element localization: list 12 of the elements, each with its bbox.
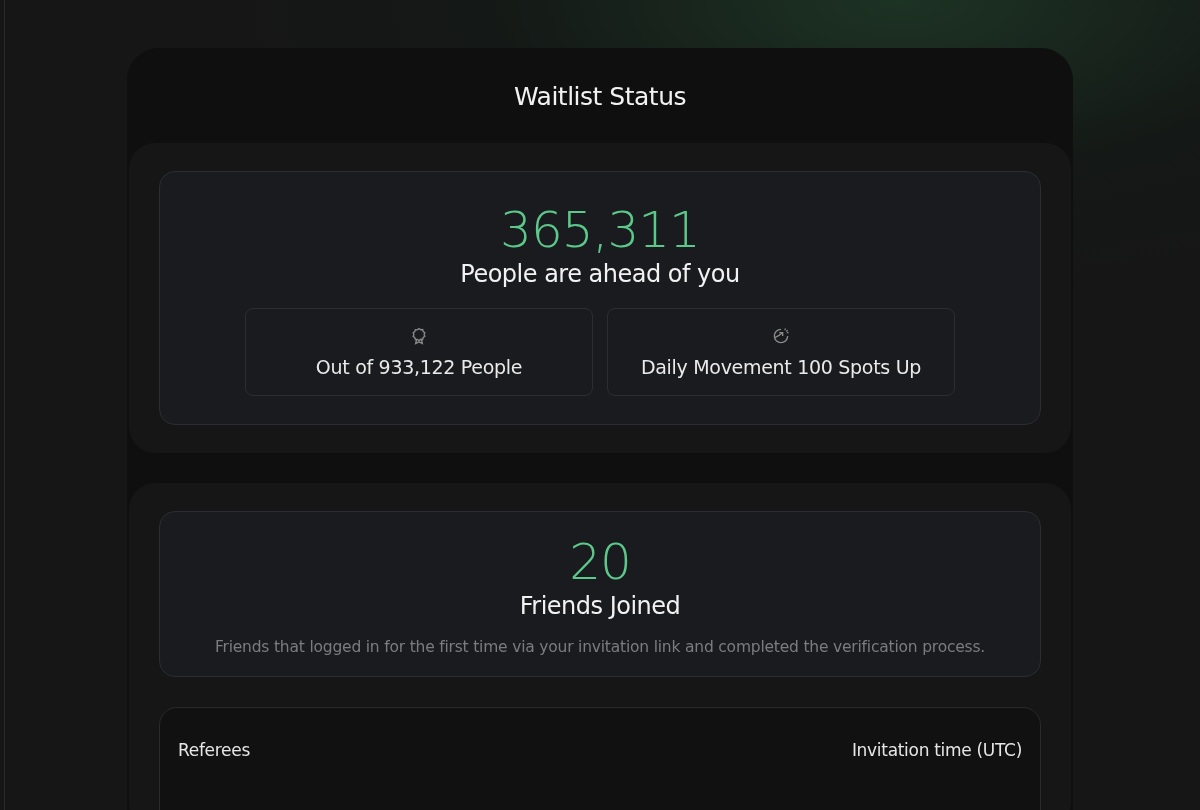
page-title: Waitlist Status xyxy=(513,81,687,113)
column-header: Invitation time (UTC) xyxy=(851,740,1022,760)
friends-count: 20 xyxy=(569,532,631,593)
ahead-label: People are ahead of you xyxy=(460,260,740,288)
friends-description: Friends that logged in for the first time via your invitation link and completed the verification process. xyxy=(214,638,986,656)
gauge-arrow-icon xyxy=(771,326,791,346)
stat-text: Daily Movement 100 Spots Up xyxy=(640,356,922,378)
ahead-count: 365,311 xyxy=(500,200,700,261)
stat-text: Out of 933,122 People xyxy=(315,356,523,378)
column-header: Referees xyxy=(178,740,250,760)
friends-label: Friends Joined xyxy=(519,592,681,620)
award-icon xyxy=(409,326,429,346)
